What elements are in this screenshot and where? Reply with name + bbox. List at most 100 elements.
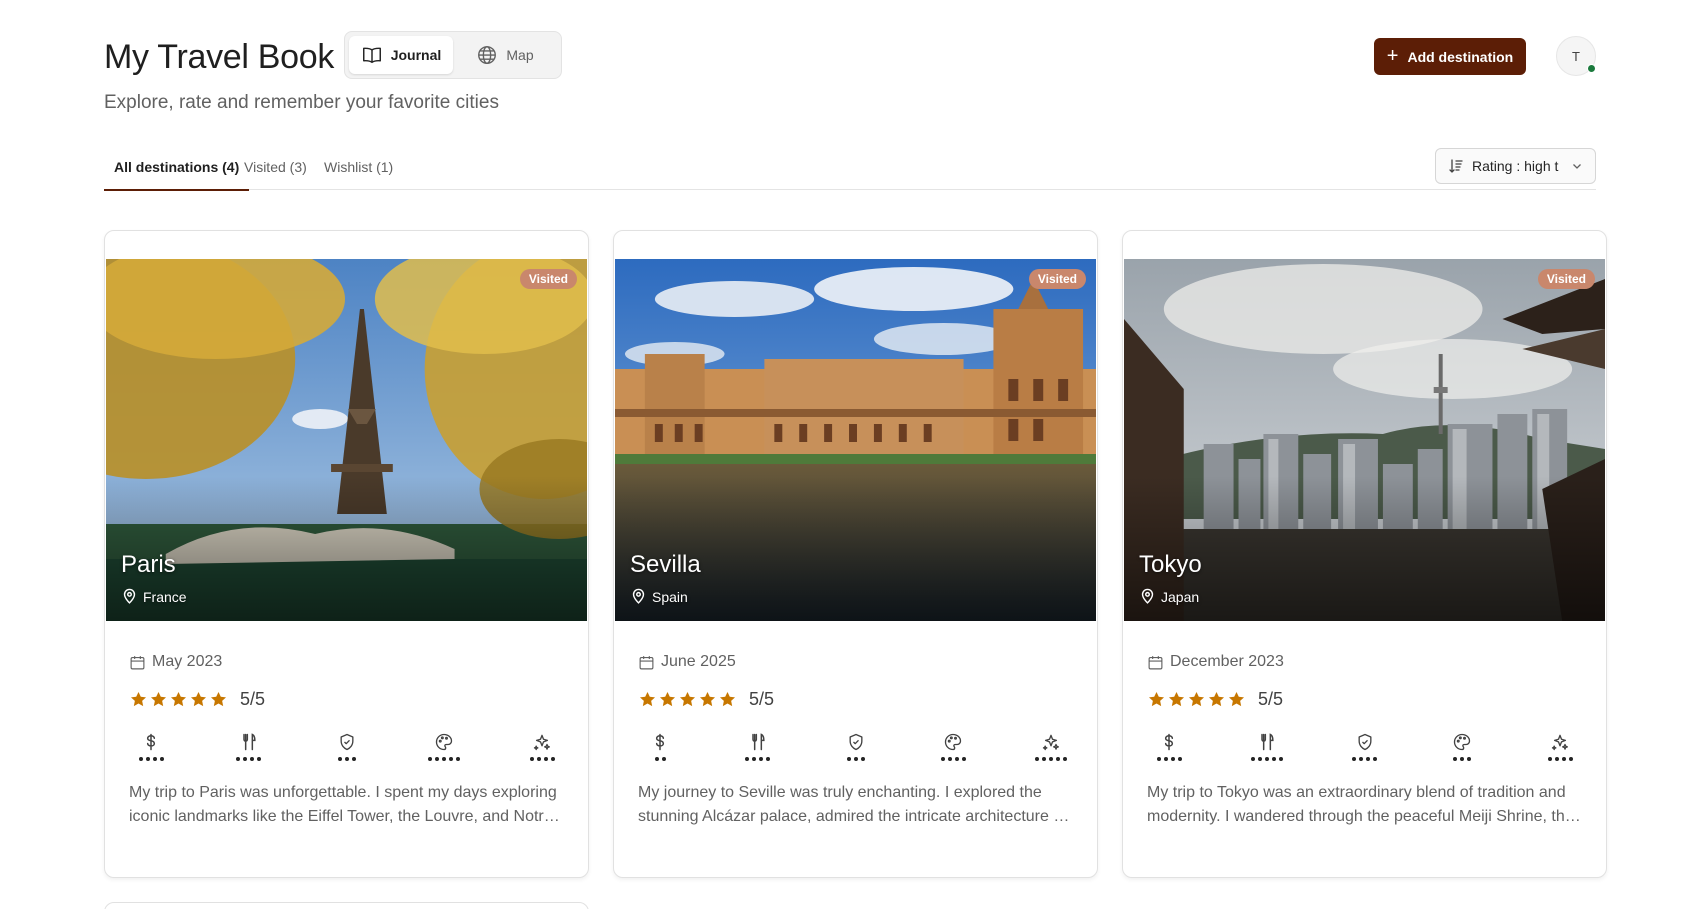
star-icon bbox=[699, 691, 716, 707]
card-body: December 2023 5/5 My trip to Tokyo was a… bbox=[1147, 653, 1582, 829]
metric-level-dots bbox=[1035, 757, 1067, 761]
map-view-button[interactable]: Map bbox=[453, 36, 557, 74]
destination-photo: Visited Tokyo Japan bbox=[1124, 259, 1605, 621]
metric-level-dots bbox=[337, 757, 356, 761]
level-dot bbox=[250, 757, 255, 761]
level-dot bbox=[1561, 757, 1566, 761]
status-badge: Visited bbox=[1537, 269, 1595, 289]
destination-caption: Tokyo Japan bbox=[1139, 551, 1202, 605]
star-icon bbox=[1168, 691, 1185, 707]
tab-all-destinations[interactable]: All destinations (4) bbox=[103, 159, 250, 191]
metric-cost bbox=[638, 732, 682, 761]
globe-icon bbox=[478, 46, 497, 64]
level-dot bbox=[860, 757, 865, 761]
level-dot bbox=[236, 757, 241, 761]
avatar-initial: T bbox=[1572, 48, 1580, 64]
rating-row: 5/5 bbox=[129, 689, 564, 710]
level-dot bbox=[1177, 757, 1182, 761]
star-icon bbox=[210, 691, 227, 707]
rating-row: 5/5 bbox=[638, 689, 1073, 710]
metric-level-dots bbox=[654, 757, 666, 761]
metric-fun bbox=[1538, 732, 1582, 761]
user-avatar[interactable]: T bbox=[1556, 36, 1596, 76]
sort-label: Rating : high t bbox=[1472, 158, 1559, 174]
star-icon bbox=[130, 691, 147, 707]
level-dot bbox=[961, 757, 966, 761]
level-dot bbox=[337, 757, 342, 761]
metric-cost bbox=[129, 732, 173, 761]
page-subtitle: Explore, rate and remember your favorite… bbox=[104, 92, 499, 113]
metric-safety bbox=[325, 732, 369, 761]
metric-level-dots bbox=[138, 757, 164, 761]
metric-level-dots bbox=[529, 757, 555, 761]
sparkle-icon bbox=[533, 734, 550, 751]
rating-text: 5/5 bbox=[1258, 689, 1284, 709]
page-header: My Travel Book Explore, rate and remembe… bbox=[104, 30, 1596, 120]
country-name: France bbox=[143, 588, 187, 605]
level-dot bbox=[1373, 757, 1377, 761]
add-destination-button[interactable]: + Add destination bbox=[1374, 38, 1526, 75]
dollar-icon bbox=[655, 733, 665, 751]
level-dot bbox=[1042, 757, 1046, 761]
destination-photo: Visited Sevilla Spain bbox=[615, 259, 1096, 621]
metric-fun bbox=[520, 732, 564, 761]
city-name: Paris bbox=[121, 551, 176, 578]
metrics-row bbox=[638, 732, 1073, 761]
level-dot bbox=[1049, 757, 1053, 761]
level-dot bbox=[853, 757, 858, 761]
metric-level-dots bbox=[940, 757, 966, 761]
journal-view-label: Journal bbox=[390, 47, 442, 63]
city-name: Tokyo bbox=[1139, 551, 1202, 578]
level-dot bbox=[138, 757, 143, 761]
level-dot bbox=[449, 757, 454, 761]
add-destination-label: Add destination bbox=[1407, 48, 1514, 65]
calendar-icon bbox=[1148, 655, 1163, 669]
metrics-row bbox=[129, 732, 564, 761]
level-dot bbox=[351, 757, 356, 761]
metric-level-dots bbox=[745, 757, 771, 761]
sparkle-icon bbox=[1551, 734, 1568, 751]
destination-card[interactable]: Visited Tokyo Japan December 2023 5/5 My… bbox=[1122, 230, 1607, 878]
destination-card-partial[interactable] bbox=[104, 902, 589, 909]
star-icon bbox=[1148, 691, 1165, 707]
tab-wishlist[interactable]: Wishlist (1) bbox=[324, 159, 393, 190]
star-icon bbox=[1208, 691, 1225, 707]
trip-description: My trip to Tokyo was an extraordinary bl… bbox=[1147, 784, 1574, 825]
destination-tabs: All destinations (4) Visited (3) Wishlis… bbox=[103, 148, 1596, 191]
level-dot bbox=[846, 757, 851, 761]
level-dot bbox=[1063, 757, 1067, 761]
metric-food bbox=[227, 732, 271, 761]
rating-text: 5/5 bbox=[749, 689, 775, 709]
palette-icon bbox=[945, 733, 962, 751]
level-dot bbox=[428, 757, 433, 761]
dollar-icon bbox=[146, 733, 156, 751]
visit-date-row: May 2023 bbox=[129, 653, 564, 671]
level-dot bbox=[759, 757, 764, 761]
level-dot bbox=[954, 757, 959, 761]
star-icon bbox=[170, 691, 187, 707]
journal-view-button[interactable]: Journal bbox=[349, 36, 453, 74]
destination-caption: Paris France bbox=[121, 551, 187, 605]
sort-dropdown[interactable]: Rating : high t bbox=[1435, 148, 1596, 184]
chevron-down-icon bbox=[1573, 164, 1581, 169]
page-title: My Travel Book bbox=[104, 38, 335, 76]
level-dot bbox=[456, 757, 461, 761]
level-dot bbox=[1352, 757, 1356, 761]
shield-check-icon bbox=[1358, 733, 1371, 751]
visit-date: December 2023 bbox=[1170, 653, 1284, 670]
destination-card[interactable]: Visited Paris France May 2023 5/5 My tri… bbox=[104, 230, 589, 878]
utensils-icon bbox=[243, 733, 256, 751]
star-rating bbox=[638, 690, 737, 709]
metric-culture bbox=[422, 732, 466, 761]
destination-card[interactable]: Visited Sevilla Spain June 2025 5/5 My j… bbox=[613, 230, 1098, 878]
level-dot bbox=[536, 757, 541, 761]
map-view-label: Map bbox=[506, 47, 534, 63]
card-body: May 2023 5/5 My trip to Paris was unforg… bbox=[129, 653, 564, 829]
level-dot bbox=[1156, 757, 1161, 761]
star-icon bbox=[659, 691, 676, 707]
level-dot bbox=[654, 757, 659, 761]
metric-cost bbox=[1147, 732, 1191, 761]
level-dot bbox=[1264, 757, 1269, 761]
tab-visited[interactable]: Visited (3) bbox=[244, 159, 307, 190]
level-dot bbox=[1170, 757, 1175, 761]
